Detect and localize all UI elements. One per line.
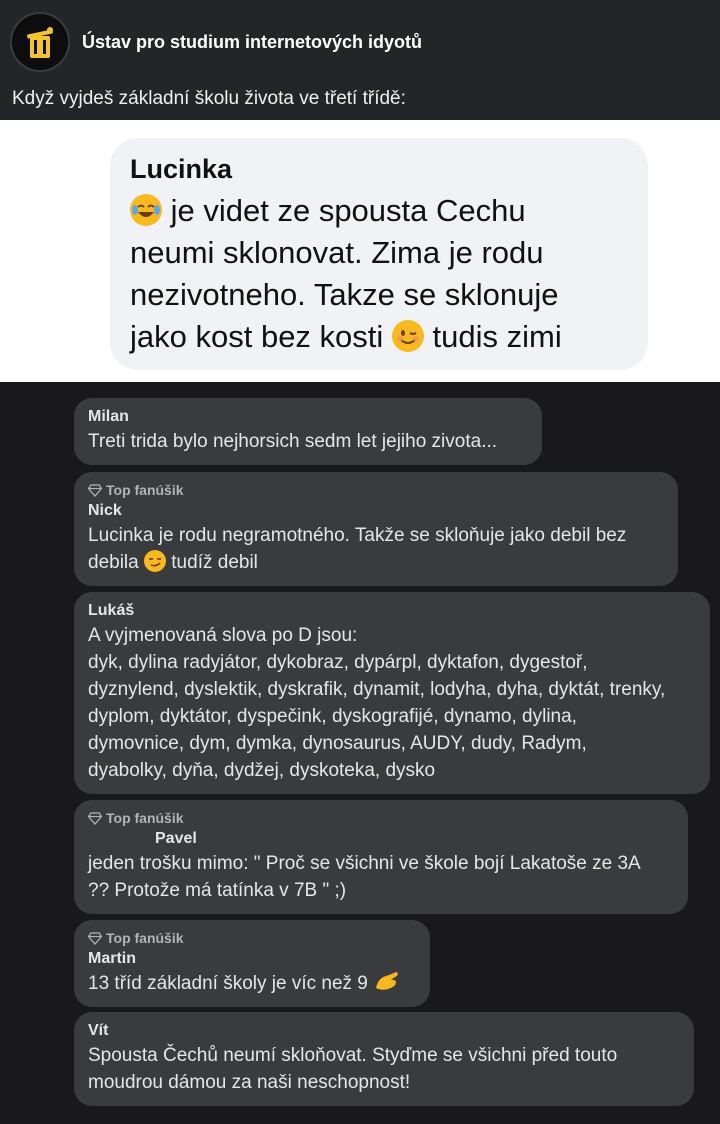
comment-text: Spousta Čechů neumí skloňovat. Styďme se…	[88, 1045, 618, 1093]
trash-bin-icon	[27, 27, 53, 58]
comment-milan[interactable]: Milan Treti trida bylo nejhorsich sedm l…	[74, 398, 542, 465]
comment-text: Lucinka je rodu negramotného. Takže se s…	[88, 522, 664, 576]
badge-label: Top fanúšik	[106, 930, 184, 946]
page-name[interactable]: Ústav pro studium internetových idyotů	[82, 32, 422, 53]
message-line-3: nezivotneho. Takze se sklonuje	[130, 277, 559, 312]
comment-text-part-1: Lucinka je rodu negramotného. Takže se s…	[88, 525, 627, 573]
comment-text-part-2: tudíž debil	[171, 552, 258, 573]
message-bubble: Lucinka je videt ze spousta Cechu neumi …	[110, 138, 648, 370]
message-line-2: neumi sklonovat. Zima je rodu	[130, 235, 544, 270]
comment-text-part-1: 13 tříd základní školy je víc než 9	[88, 973, 368, 994]
comment-text: jeden trošku mimo: " Proč se všichni ve …	[88, 853, 641, 901]
pinching-hand-emoji-icon	[373, 970, 401, 992]
page-avatar[interactable]	[10, 12, 70, 72]
top-fan-badge: Top fanúšik	[88, 810, 674, 826]
badge-label: Top fanúšik	[106, 810, 184, 826]
message-text: je videt ze spousta Cechu neumi sklonova…	[130, 190, 628, 358]
comment-author[interactable]: Nick	[88, 502, 664, 520]
comment-martin[interactable]: Top fanúšik Martin 13 tříd základní škol…	[74, 920, 430, 1007]
comment-nick[interactable]: Top fanúšik Nick Lucinka je rodu negramo…	[74, 472, 678, 586]
diamond-icon	[88, 484, 102, 497]
diamond-icon	[88, 812, 102, 825]
winking-face-emoji-icon	[391, 320, 424, 352]
comment-author[interactable]: Milan	[88, 408, 528, 426]
message-line-4a: jako kost bez kosti	[130, 319, 384, 354]
top-fan-badge: Top fanúšik	[88, 482, 664, 498]
comment-text: 13 tříd základní školy je víc než 9	[88, 970, 416, 997]
top-fan-badge: Top fanúšik	[88, 930, 416, 946]
comment-author[interactable]: Pavel	[88, 830, 674, 848]
post-text: Když vyjdeš základní školu života ve tře…	[12, 88, 406, 109]
comment-text: A vyjmenovaná slova po D jsou: dyk, dyli…	[88, 625, 666, 781]
comment-author[interactable]: Martin	[88, 950, 416, 968]
comment-author[interactable]: Lukáš	[88, 602, 696, 620]
diamond-icon	[88, 932, 102, 945]
comment-pavel[interactable]: Top fanúšik Pavel jeden trošku mimo: " P…	[74, 800, 688, 914]
badge-label: Top fanúšik	[106, 482, 184, 498]
smirking-face-emoji-icon	[144, 550, 166, 572]
message-line-1: je videt ze spousta Cechu	[170, 193, 526, 228]
comment-lukas[interactable]: Lukáš A vyjmenovaná slova po D jsou: dyk…	[74, 592, 710, 794]
comment-text: Treti trida bylo nejhorsich sedm let jej…	[88, 431, 498, 452]
comment-vit[interactable]: Vít Spousta Čechů neumí skloňovat. Styďm…	[74, 1012, 694, 1106]
laughing-tears-emoji-icon	[130, 194, 162, 226]
post-image[interactable]: Lucinka je videt ze spousta Cechu neumi …	[0, 120, 720, 382]
post-header: Ústav pro studium internetových idyotů K…	[0, 0, 720, 120]
message-line-4b: tudis zimi	[432, 319, 562, 354]
comment-author[interactable]: Vít	[88, 1022, 680, 1040]
message-sender: Lucinka	[130, 154, 233, 184]
